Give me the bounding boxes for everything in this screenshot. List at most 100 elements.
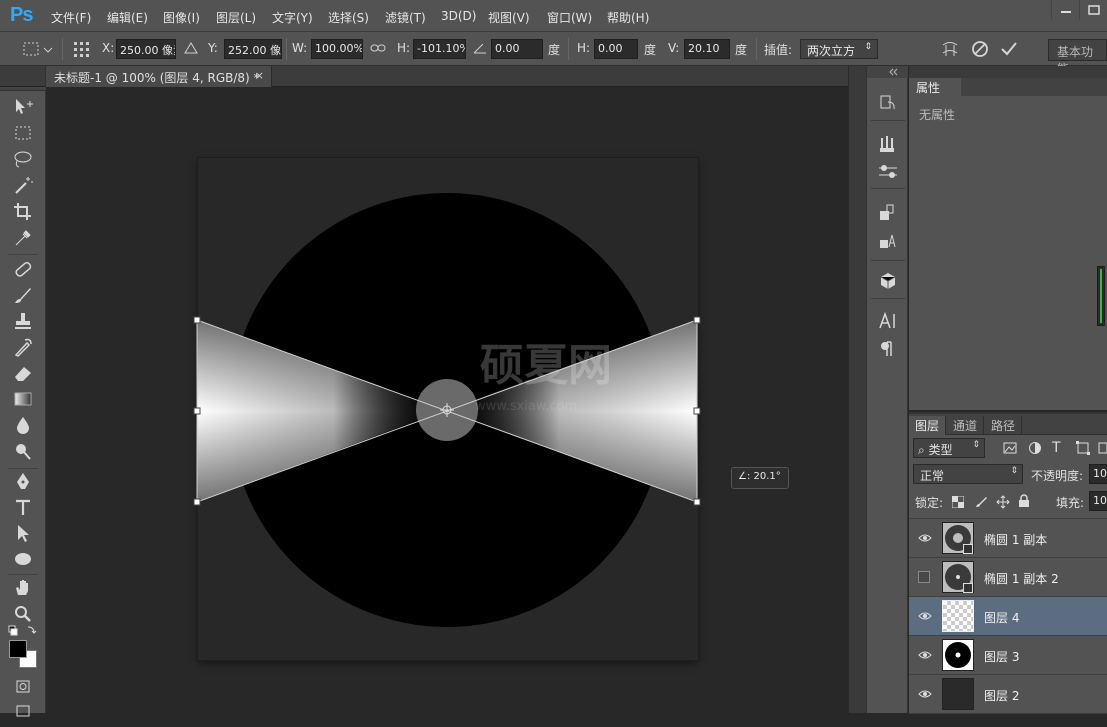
- pen-tool[interactable]: [11, 470, 35, 492]
- eye-icon[interactable]: [918, 610, 932, 622]
- marquee-tool[interactable]: [11, 122, 35, 144]
- menu-select[interactable]: 选择(S): [328, 9, 369, 26]
- filter-type-icon[interactable]: T: [1052, 440, 1061, 456]
- layer-name[interactable]: 椭圆 1 副本: [984, 531, 1047, 548]
- relative-position-icon[interactable]: [184, 41, 198, 58]
- scrollbar-thumb[interactable]: [1100, 269, 1102, 323]
- history-brush-tool[interactable]: [11, 336, 35, 358]
- eye-icon[interactable]: [918, 532, 932, 544]
- menu-window[interactable]: 窗口(W): [547, 9, 592, 26]
- eyedropper-tool[interactable]: [11, 226, 35, 248]
- zoom-tool[interactable]: [11, 602, 35, 624]
- foreground-color-swatch[interactable]: [9, 640, 27, 658]
- clone-source-button[interactable]: [876, 202, 900, 224]
- tab-channels[interactable]: 通道: [947, 416, 985, 435]
- quick-mask-button[interactable]: [11, 676, 35, 698]
- adjustments-button[interactable]: [876, 160, 900, 182]
- vertical-scrollbar[interactable]: [848, 66, 866, 713]
- clone-stamp-tool[interactable]: [11, 310, 35, 332]
- magic-wand-tool[interactable]: [11, 174, 35, 196]
- hand-tool[interactable]: [11, 576, 35, 598]
- w-field[interactable]: 100.00%: [311, 39, 363, 59]
- filter-smart-object-icon[interactable]: [1098, 441, 1107, 458]
- properties-tab[interactable]: 属性: [909, 78, 961, 96]
- eraser-tool[interactable]: [11, 362, 35, 384]
- expand-panels-icon[interactable]: [867, 66, 908, 78]
- link-icon[interactable]: [370, 42, 386, 57]
- default-colors-icon[interactable]: [8, 624, 38, 641]
- rotate-field[interactable]: 0.00: [491, 39, 543, 59]
- menu-edit[interactable]: 编辑(E): [107, 9, 148, 26]
- lock-pixels-icon[interactable]: [974, 495, 988, 512]
- layer-row-ellipse-copy-2[interactable]: 椭圆 1 副本 2: [909, 558, 1107, 597]
- brush-tool[interactable]: [11, 284, 35, 306]
- properties-scrollbar[interactable]: [1097, 266, 1105, 326]
- 3d-panel-button[interactable]: [876, 270, 900, 292]
- layer-name[interactable]: 图层 2: [984, 687, 1019, 704]
- menu-view[interactable]: 视图(V): [488, 9, 530, 26]
- lock-all-icon[interactable]: [1018, 494, 1030, 511]
- crop-tool[interactable]: [11, 200, 35, 222]
- y-field[interactable]: 252.00 像素: [224, 39, 282, 59]
- filter-adjustment-icon[interactable]: [1028, 441, 1042, 458]
- menu-image[interactable]: 图像(I): [163, 9, 200, 26]
- character-styles-button[interactable]: [876, 230, 900, 252]
- fill-field[interactable]: 100%: [1089, 491, 1107, 511]
- dodge-tool[interactable]: [11, 440, 35, 462]
- workspace-button[interactable]: 基本功能: [1048, 39, 1107, 76]
- eye-icon[interactable]: [918, 688, 932, 700]
- close-icon[interactable]: ×: [255, 69, 264, 82]
- healing-tool[interactable]: [11, 258, 35, 280]
- gradient-tool[interactable]: [11, 388, 35, 410]
- layer-filter-select[interactable]: ⌕ 类型 ⇕: [913, 438, 985, 458]
- h-field[interactable]: -101.10%: [413, 39, 466, 59]
- menu-help[interactable]: 帮助(H): [607, 9, 649, 26]
- hskew-field[interactable]: 0.00: [594, 39, 638, 59]
- menu-filter[interactable]: 滤镜(T): [385, 9, 426, 26]
- color-swatches[interactable]: [9, 640, 37, 670]
- lock-position-icon[interactable]: [996, 495, 1010, 512]
- document-tab[interactable]: 未标题-1 @ 100% (图层 4, RGB/8) * ×: [46, 66, 272, 87]
- menu-3d[interactable]: 3D(D): [441, 9, 476, 23]
- history-panel-button[interactable]: [876, 92, 900, 114]
- opacity-field[interactable]: 100%: [1089, 464, 1107, 484]
- reference-point-icon[interactable]: [72, 40, 92, 61]
- restore-button[interactable]: [1079, 0, 1107, 20]
- commit-transform-icon[interactable]: [999, 39, 1019, 62]
- layer-name[interactable]: 椭圆 1 副本 2: [984, 570, 1059, 587]
- menu-file[interactable]: 文件(F): [51, 9, 91, 26]
- character-panel-button[interactable]: [876, 310, 900, 332]
- lock-transparent-icon[interactable]: [951, 495, 965, 511]
- path-selection-tool[interactable]: [11, 522, 35, 544]
- filter-pixel-icon[interactable]: [1003, 441, 1017, 458]
- lasso-tool[interactable]: [11, 148, 35, 170]
- screen-mode-button[interactable]: [11, 702, 35, 724]
- blend-mode-select[interactable]: 正常 ⇕: [913, 464, 1023, 484]
- move-tool[interactable]: [11, 96, 35, 118]
- minimize-button[interactable]: [1051, 0, 1079, 20]
- type-tool[interactable]: [11, 496, 35, 518]
- cancel-transform-icon[interactable]: [970, 39, 990, 62]
- tab-paths[interactable]: 路径: [985, 416, 1023, 435]
- brush-presets-button[interactable]: [876, 132, 900, 154]
- layer-row-layer-3[interactable]: 图层 3: [909, 636, 1107, 675]
- paragraph-panel-button[interactable]: [876, 338, 900, 360]
- layer-row-ellipse-copy[interactable]: 椭圆 1 副本: [909, 519, 1107, 558]
- interpolation-select[interactable]: 两次立方 ⇕: [800, 39, 878, 59]
- layer-name[interactable]: 图层 4: [984, 609, 1019, 626]
- layer-row-layer-2[interactable]: 图层 2: [909, 675, 1107, 714]
- panel-collapse-bar[interactable]: [909, 66, 1107, 78]
- blur-tool[interactable]: [11, 414, 35, 436]
- document-canvas[interactable]: [198, 158, 698, 660]
- menu-type[interactable]: 文字(Y): [272, 9, 313, 26]
- layer-row-layer-4[interactable]: 图层 4: [909, 597, 1107, 636]
- tab-layers[interactable]: 图层: [909, 416, 947, 435]
- layer-name[interactable]: 图层 3: [984, 648, 1019, 665]
- transform-preset-icon[interactable]: [20, 40, 54, 61]
- filter-shape-icon[interactable]: [1076, 441, 1090, 458]
- ellipse-tool[interactable]: [11, 548, 35, 570]
- eye-icon[interactable]: [918, 649, 932, 661]
- warp-mode-icon[interactable]: [940, 39, 960, 62]
- menu-layer[interactable]: 图层(L): [216, 9, 256, 26]
- visibility-toggle-off[interactable]: [918, 571, 930, 583]
